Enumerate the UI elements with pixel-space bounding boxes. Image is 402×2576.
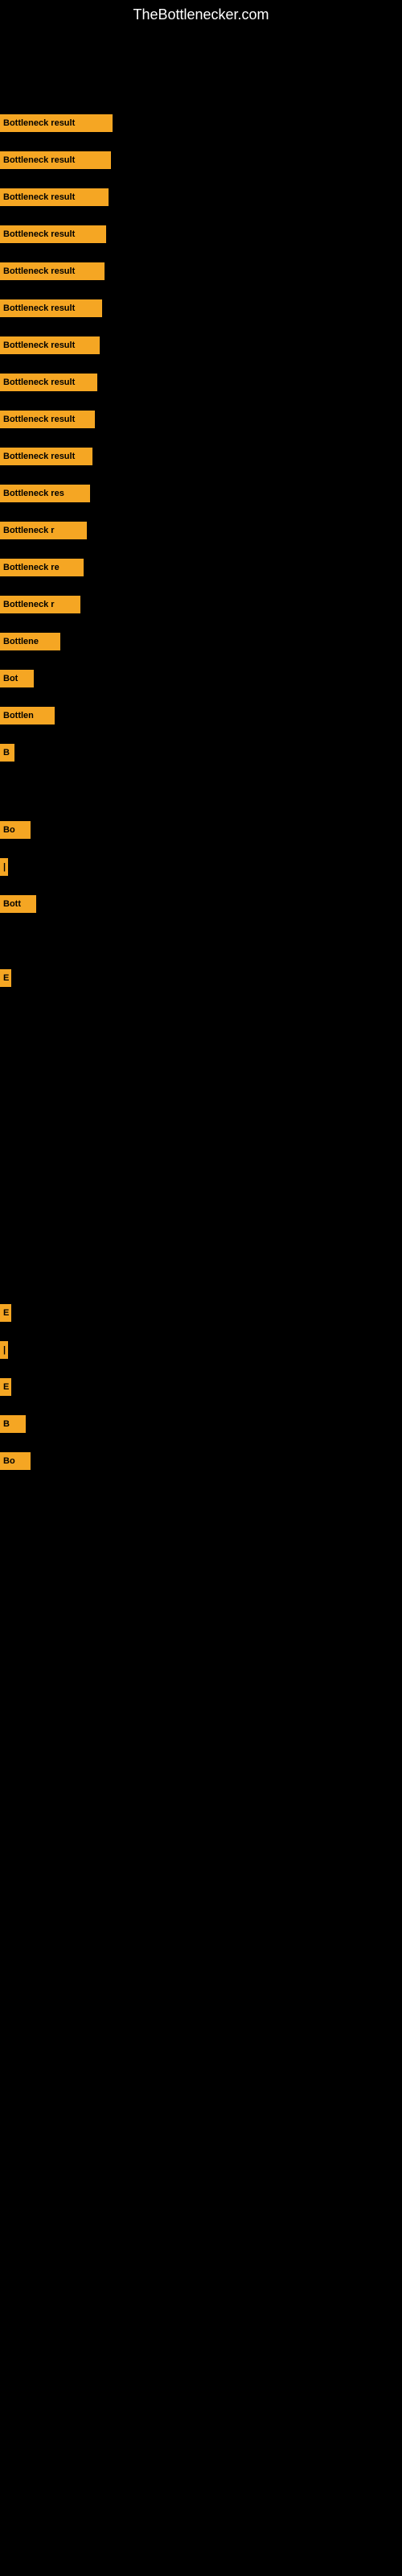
bottleneck-bar: Bottleneck result xyxy=(0,336,100,354)
bottleneck-bar: E xyxy=(0,1304,11,1322)
bottleneck-label: Bottleneck r xyxy=(3,600,55,609)
bottleneck-bar: Bottleneck result xyxy=(0,374,97,391)
bottleneck-label: Bottleneck result xyxy=(3,378,75,387)
bottleneck-label: Bottleneck result xyxy=(3,229,75,239)
bottleneck-label: | xyxy=(3,862,6,872)
bottleneck-label: Bottlen xyxy=(3,711,34,720)
bottleneck-label: Bottleneck r xyxy=(3,526,55,535)
bottleneck-label: Bottleneck result xyxy=(3,192,75,202)
bottleneck-bar: Bottleneck r xyxy=(0,522,87,539)
bottleneck-bar: | xyxy=(0,858,8,876)
bottleneck-bar: Bottleneck r xyxy=(0,596,80,613)
bottleneck-label: | xyxy=(3,1345,6,1355)
bottleneck-bar: Bottleneck result xyxy=(0,411,95,428)
bottleneck-label: Bottleneck result xyxy=(3,266,75,276)
bottleneck-bar: Bo xyxy=(0,821,31,839)
bottleneck-label: Bott xyxy=(3,899,21,909)
bottleneck-label: B xyxy=(3,748,10,758)
bottleneck-label: Bottleneck result xyxy=(3,415,75,424)
bottleneck-label: Bottleneck result xyxy=(3,452,75,461)
bottleneck-bar: Bottleneck result xyxy=(0,114,113,132)
bottleneck-bar: Bottleneck re xyxy=(0,559,84,576)
bottleneck-label: E xyxy=(3,973,9,983)
bottleneck-label: E xyxy=(3,1382,9,1392)
site-title: TheBottlenecker.com xyxy=(0,0,402,30)
bottleneck-bar: E xyxy=(0,969,11,987)
bottleneck-bar: Bottlene xyxy=(0,633,60,650)
bottleneck-label: Bottlene xyxy=(3,637,39,646)
bottleneck-label: Bottleneck result xyxy=(3,155,75,165)
bottleneck-bar: Bottleneck result xyxy=(0,151,111,169)
bottleneck-bar: Bottleneck result xyxy=(0,299,102,317)
bottleneck-label: Bottleneck result xyxy=(3,303,75,313)
bottleneck-bar: Bot xyxy=(0,670,34,687)
bottleneck-label: Bo xyxy=(3,825,15,835)
bottleneck-bar: Bott xyxy=(0,895,36,913)
bottleneck-label: E xyxy=(3,1308,9,1318)
bottleneck-bar: B xyxy=(0,1415,26,1433)
bottleneck-label: Bottleneck re xyxy=(3,563,59,572)
bottleneck-label: Bottleneck result xyxy=(3,118,75,128)
bottleneck-label: B xyxy=(3,1419,10,1429)
bottleneck-bar: B xyxy=(0,744,14,762)
bottleneck-bar: E xyxy=(0,1378,11,1396)
bottleneck-label: Bottleneck res xyxy=(3,489,64,498)
bottleneck-bar: | xyxy=(0,1341,8,1359)
bottleneck-bar: Bottleneck res xyxy=(0,485,90,502)
bottleneck-label: Bo xyxy=(3,1456,15,1466)
bottleneck-bar: Bottlen xyxy=(0,707,55,724)
bottleneck-label: Bottleneck result xyxy=(3,341,75,350)
bottleneck-bar: Bo xyxy=(0,1452,31,1470)
bottleneck-bar: Bottleneck result xyxy=(0,225,106,243)
bottleneck-bar: Bottleneck result xyxy=(0,448,92,465)
bottleneck-bar: Bottleneck result xyxy=(0,188,109,206)
bottleneck-bar: Bottleneck result xyxy=(0,262,105,280)
bottleneck-label: Bot xyxy=(3,674,18,683)
